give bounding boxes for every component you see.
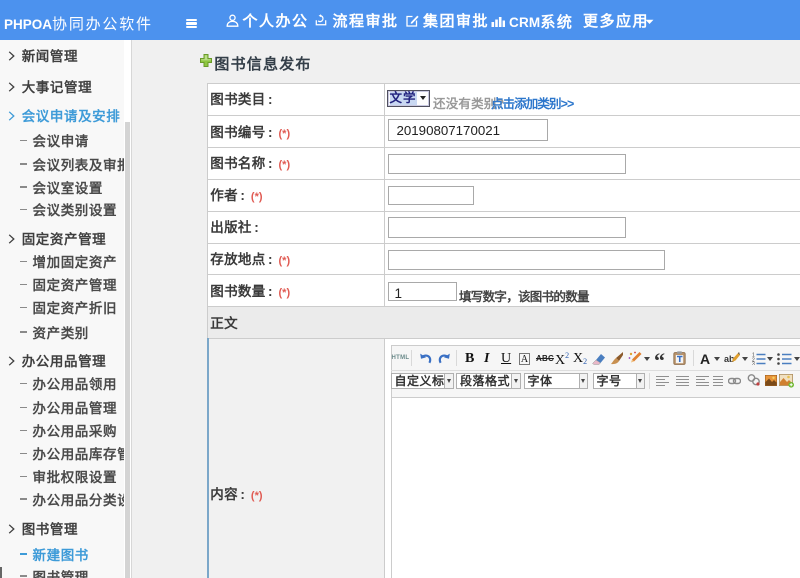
svg-text:3: 3 [752, 361, 755, 364]
